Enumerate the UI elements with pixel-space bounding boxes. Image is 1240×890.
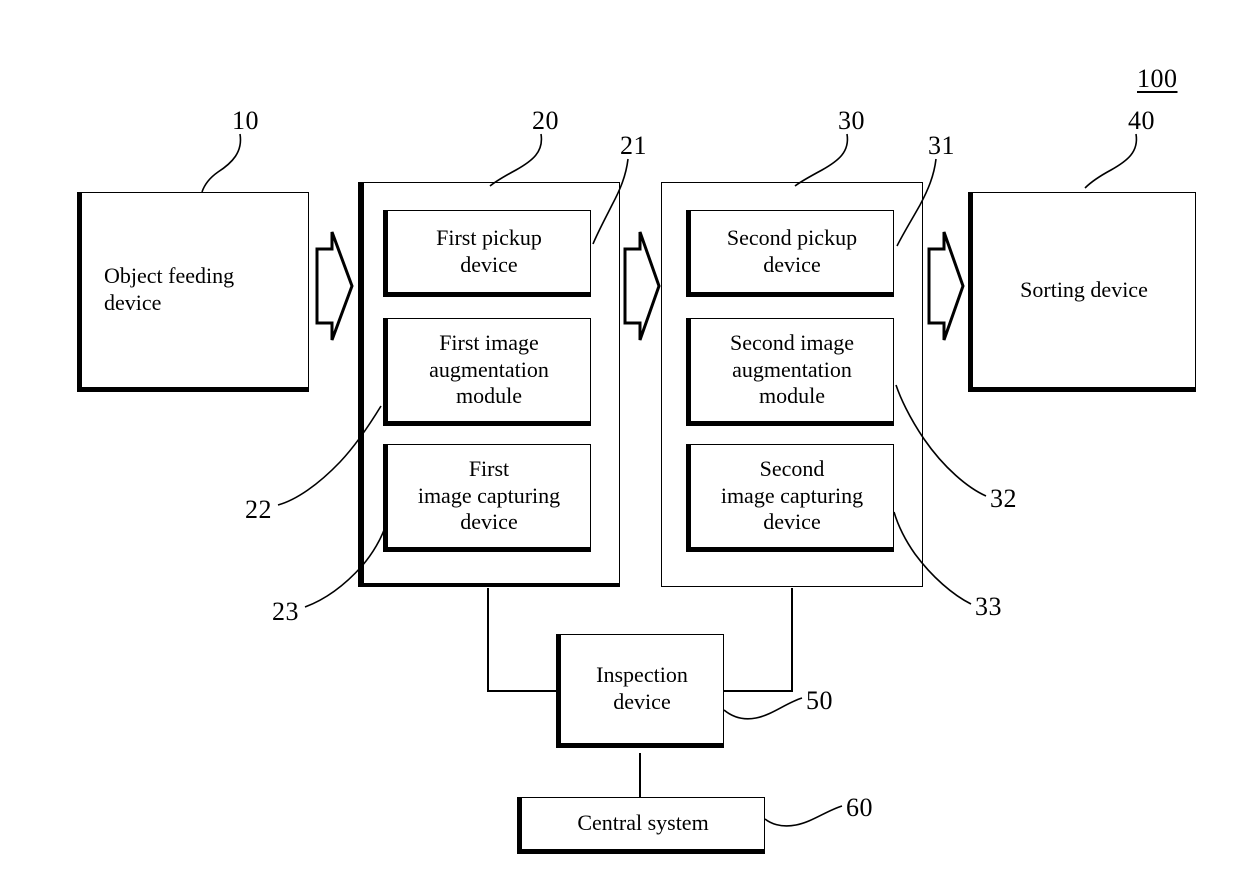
block-central-system-label: Central system xyxy=(577,810,709,836)
block-second-image-augmentation-module: Second image augmentation module xyxy=(686,318,894,426)
block-inspection-device-label: Inspection device xyxy=(596,662,688,716)
second-aug-line-2: augmentation xyxy=(732,356,852,382)
first-aug-line-2: augmentation xyxy=(429,356,549,382)
block-first-image-augmentation-module: First image augmentation module xyxy=(383,318,591,426)
second-capture-line-2: image capturing xyxy=(720,482,864,508)
inspection-line-2: device xyxy=(613,689,671,714)
block-first-image-capturing-device-label: First image capturing device xyxy=(418,456,560,536)
block-second-image-capturing-device: Second image capturing device xyxy=(686,444,894,552)
first-aug-line-3: module xyxy=(456,383,522,409)
flow-arrow-feeding-to-first xyxy=(315,231,354,341)
ref-numeral-60: 60 xyxy=(846,793,873,822)
second-aug-line-3: module xyxy=(759,383,825,409)
block-object-feeding-device-label: Object feeding device xyxy=(104,263,234,317)
first-pickup-line-1: First pickup xyxy=(436,224,542,250)
leader-line-30 xyxy=(794,133,849,187)
second-capture-line-3: device xyxy=(763,509,821,535)
connector-first-group-to-inspection xyxy=(487,588,556,692)
ref-numeral-40: 40 xyxy=(1128,106,1155,135)
flow-arrow-second-to-sorting xyxy=(927,231,965,341)
first-aug-line-1: First image xyxy=(439,329,539,355)
ref-numeral-22: 22 xyxy=(245,495,272,524)
ref-system-100: 100 xyxy=(1137,64,1178,93)
ref-numeral-31: 31 xyxy=(928,131,955,160)
block-first-pickup-device-label: First pickup device xyxy=(436,225,542,279)
first-pickup-line-2: device xyxy=(460,251,518,277)
block-second-pickup-device: Second pickup device xyxy=(686,210,894,297)
block-sorting-device-label: Sorting device xyxy=(1020,276,1148,302)
first-capture-line-3: device xyxy=(460,509,518,535)
inspection-line-1: Inspection xyxy=(596,662,688,688)
second-capture-line-1: Second xyxy=(759,455,825,481)
block-first-image-capturing-device: First image capturing device xyxy=(383,444,591,552)
object-feeding-line-1: Object feeding xyxy=(104,263,235,289)
ref-numeral-32: 32 xyxy=(990,484,1017,513)
block-second-image-augmentation-module-label: Second image augmentation module xyxy=(730,330,854,410)
ref-numeral-21: 21 xyxy=(620,131,647,160)
first-capture-line-2: image capturing xyxy=(417,482,561,508)
ref-numeral-23: 23 xyxy=(272,597,299,626)
second-pickup-line-1: Second pickup xyxy=(726,224,858,250)
connector-second-group-to-inspection xyxy=(724,588,793,692)
leader-line-10 xyxy=(201,133,242,193)
flow-arrow-first-to-second xyxy=(623,231,661,341)
block-central-system: Central system xyxy=(517,797,765,854)
leader-line-60 xyxy=(764,805,843,827)
ref-numeral-30: 30 xyxy=(838,106,865,135)
second-pickup-line-2: device xyxy=(763,251,821,277)
leader-line-20 xyxy=(489,133,543,187)
block-second-pickup-device-label: Second pickup device xyxy=(727,225,857,279)
block-sorting-device: Sorting device xyxy=(968,192,1196,392)
leader-line-40 xyxy=(1084,133,1138,189)
first-capture-line-1: First xyxy=(468,455,510,481)
ref-numeral-20: 20 xyxy=(532,106,559,135)
ref-numeral-10: 10 xyxy=(232,106,259,135)
ref-numeral-50: 50 xyxy=(806,686,833,715)
block-second-image-capturing-device-label: Second image capturing device xyxy=(721,456,863,536)
block-first-image-augmentation-module-label: First image augmentation module xyxy=(429,330,549,410)
leader-line-50 xyxy=(723,697,803,720)
second-aug-line-1: Second image xyxy=(729,329,855,355)
object-feeding-line-2: device xyxy=(104,290,162,315)
ref-numeral-33: 33 xyxy=(975,592,1002,621)
block-object-feeding-device: Object feeding device xyxy=(77,192,309,392)
block-first-pickup-device: First pickup device xyxy=(383,210,591,297)
patent-figure-canvas: Object feeding device Sorting device Fir… xyxy=(0,0,1240,890)
block-inspection-device: Inspection device xyxy=(556,634,724,748)
